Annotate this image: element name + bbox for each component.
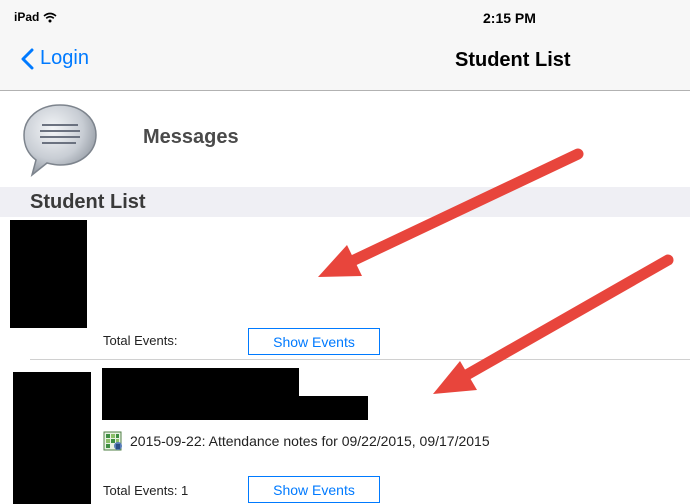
page-title: Student List — [455, 49, 571, 71]
redacted-details — [102, 396, 368, 420]
event-item[interactable]: 2015-09-22: Attendance notes for 09/22/2… — [103, 430, 490, 452]
navigation-bar: Login Student List — [0, 30, 690, 91]
student-row[interactable]: 2015-09-22: Attendance notes for 09/22/2… — [0, 360, 690, 504]
redacted-photo — [13, 372, 91, 504]
section-title: Student List — [30, 191, 146, 213]
show-events-button[interactable]: Show Events — [248, 328, 380, 355]
section-header: Student List — [0, 187, 690, 217]
redacted-name — [102, 368, 299, 396]
back-label: Login — [40, 47, 89, 69]
show-events-button[interactable]: Show Events — [248, 476, 380, 503]
app-screen: iPad 2:15 PM Login Student List Messages… — [0, 0, 690, 504]
messages-row[interactable]: Messages — [0, 91, 690, 187]
total-events-label: Total Events: — [103, 333, 178, 348]
status-device: iPad — [14, 10, 57, 24]
redacted-photo — [10, 220, 87, 328]
status-bar: iPad 2:15 PM — [0, 0, 690, 30]
attendance-note-icon — [103, 431, 122, 451]
event-text: 2015-09-22: Attendance notes for 09/22/2… — [130, 433, 490, 449]
wifi-icon — [43, 12, 57, 22]
total-events-label: Total Events: 1 — [103, 483, 189, 498]
device-name: iPad — [14, 10, 40, 24]
student-row[interactable]: Total Events: Show Events — [0, 218, 690, 359]
chevron-left-icon — [21, 48, 34, 69]
speech-bubble-icon — [23, 104, 97, 178]
status-time: 2:15 PM — [483, 10, 536, 26]
messages-label: Messages — [143, 126, 239, 148]
back-button[interactable]: Login — [20, 47, 89, 70]
